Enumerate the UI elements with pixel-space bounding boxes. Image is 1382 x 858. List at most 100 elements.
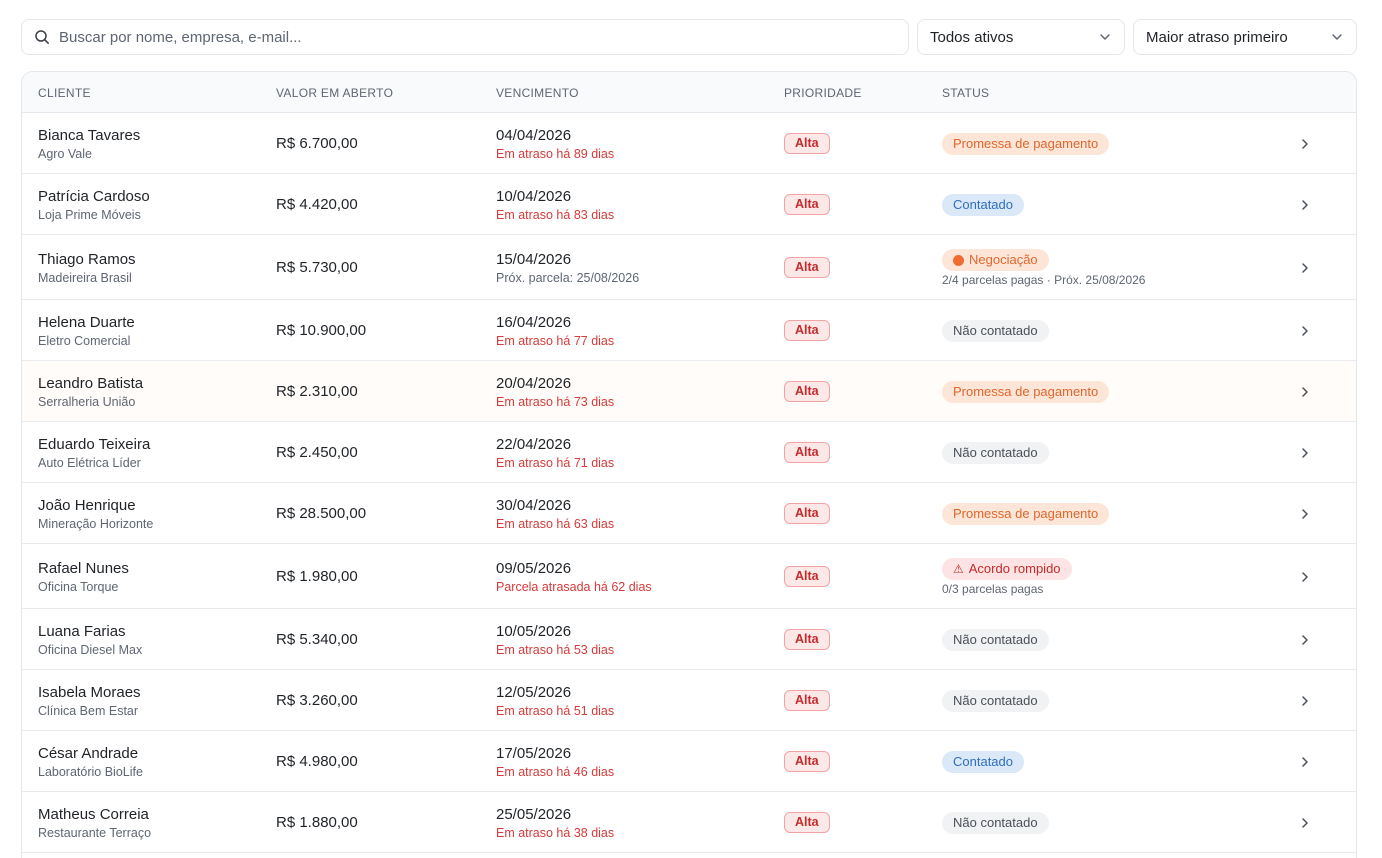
chevron-right-icon[interactable] bbox=[1298, 137, 1312, 151]
open-amount: R$ 5.340,00 bbox=[276, 631, 358, 648]
status-label: Negociação bbox=[969, 252, 1038, 267]
due-date: 20/04/2026 bbox=[496, 375, 572, 392]
client-name: João Henrique bbox=[38, 497, 136, 514]
status-detail: 2/4 parcelas pagas · Próx. 25/08/2026 bbox=[942, 273, 1146, 287]
order-select[interactable]: Maior atraso primeiro bbox=[1133, 19, 1357, 55]
table-row[interactable]: João Henrique Mineração Horizonte R$ 28.50… bbox=[22, 483, 1356, 544]
open-amount: R$ 4.420,00 bbox=[276, 196, 358, 213]
due-date: 25/05/2026 bbox=[496, 806, 572, 823]
status-detail: 0/3 parcelas pagas bbox=[942, 582, 1044, 596]
priority-badge: Alta bbox=[784, 442, 830, 463]
client-name: Thiago Ramos bbox=[38, 251, 136, 268]
open-amount: R$ 5.730,00 bbox=[276, 259, 358, 276]
chevron-right-icon[interactable] bbox=[1298, 570, 1312, 584]
due-note: Em atraso há 51 dias bbox=[496, 704, 615, 718]
client-company: Oficina Diesel Max bbox=[38, 643, 143, 657]
chevron-right-icon[interactable] bbox=[1298, 755, 1312, 769]
due-date: 15/04/2026 bbox=[496, 251, 572, 268]
status-filter-select[interactable]: Todos ativos bbox=[917, 19, 1125, 55]
table-row[interactable]: Bianca Tavares Agro Vale R$ 6.700,00 04/04/… bbox=[22, 113, 1356, 174]
priority-badge: Alta bbox=[784, 503, 830, 524]
client-company: Loja Prime Móveis bbox=[38, 208, 141, 222]
table-row[interactable]: Helena Duarte Eletro Comercial R$ 10.900,0… bbox=[22, 300, 1356, 361]
client-name: Luana Farias bbox=[38, 623, 126, 640]
status-label: Promessa de pagamento bbox=[953, 506, 1099, 521]
toolbar: Todos ativos Maior atraso primeiro bbox=[21, 19, 1357, 55]
client-name: Rafael Nunes bbox=[38, 560, 129, 577]
client-name: Helena Duarte bbox=[38, 314, 135, 331]
status-badge: Contatado bbox=[942, 751, 1024, 773]
table-row[interactable]: Matheus Correia Restaurante Terraço R$ 1.8… bbox=[22, 792, 1356, 853]
due-note: Parcela atrasada há 62 dias bbox=[496, 580, 652, 594]
chevron-right-icon[interactable] bbox=[1298, 385, 1312, 399]
chevron-right-icon[interactable] bbox=[1298, 261, 1312, 275]
table-row[interactable]: Luana Farias Oficina Diesel Max R$ 5.340,0… bbox=[22, 609, 1356, 670]
chevron-right-icon[interactable] bbox=[1298, 324, 1312, 338]
table-row[interactable]: César Andrade Laboratório BioLife R$ 4.980… bbox=[22, 731, 1356, 792]
due-note: Em atraso há 53 dias bbox=[496, 643, 615, 657]
status-filter-value: Todos ativos bbox=[930, 28, 1014, 46]
priority-badge: Alta bbox=[784, 751, 830, 772]
priority-badge: Alta bbox=[784, 812, 830, 833]
due-date: 30/04/2026 bbox=[496, 497, 572, 514]
due-date: 04/04/2026 bbox=[496, 127, 572, 144]
status-label: Não contatado bbox=[953, 693, 1038, 708]
priority-badge: Alta bbox=[784, 194, 830, 215]
status-label: Acordo rompido bbox=[968, 561, 1061, 576]
status-badge: Não contatado bbox=[942, 629, 1049, 651]
chevron-right-icon[interactable] bbox=[1298, 446, 1312, 460]
status-label: Não contatado bbox=[953, 323, 1038, 338]
table-row[interactable]: Leandro Batista Serralheria União R$ 2.310… bbox=[22, 361, 1356, 422]
due-note: Em atraso há 71 dias bbox=[496, 456, 615, 470]
search-box[interactable] bbox=[21, 19, 909, 55]
chevron-right-icon[interactable] bbox=[1298, 694, 1312, 708]
status-label: Contatado bbox=[953, 754, 1013, 769]
table-body: Bianca Tavares Agro Vale R$ 6.700,00 04/04/… bbox=[22, 113, 1356, 853]
client-name: Eduardo Teixeira bbox=[38, 436, 151, 453]
client-company: Agro Vale bbox=[38, 147, 92, 161]
status-badge: Não contatado bbox=[942, 690, 1049, 712]
status-badge: Promessa de pagamento bbox=[942, 503, 1110, 525]
chevron-down-icon bbox=[1100, 34, 1110, 40]
client-company: Auto Elétrica Líder bbox=[38, 456, 141, 470]
due-note: Em atraso há 89 dias bbox=[496, 147, 615, 161]
negotiation-dot-icon bbox=[953, 254, 964, 266]
table-row[interactable]: Isabela Moraes Clínica Bem Estar R$ 3.260,… bbox=[22, 670, 1356, 731]
open-amount: R$ 28.500,00 bbox=[276, 505, 367, 522]
chevron-right-icon[interactable] bbox=[1298, 816, 1312, 830]
open-amount: R$ 1.880,00 bbox=[276, 814, 358, 831]
table-row[interactable]: Eduardo Teixeira Auto Elétrica Líder R$ 2.… bbox=[22, 422, 1356, 483]
priority-badge: Alta bbox=[784, 690, 830, 711]
status-label: Não contatado bbox=[953, 815, 1038, 830]
chevron-right-icon[interactable] bbox=[1298, 198, 1312, 212]
due-note: Em atraso há 77 dias bbox=[496, 334, 615, 348]
status-badge: Não contatado bbox=[942, 442, 1049, 464]
due-note: Em atraso há 73 dias bbox=[496, 395, 615, 409]
status-badge: Promessa de pagamento bbox=[942, 381, 1110, 403]
clients-table: CLIENTE VALOR EM ABERTO VENCIMENTO PRIOR… bbox=[21, 71, 1357, 858]
status-badge: Não contatado bbox=[942, 320, 1049, 342]
open-amount: R$ 2.310,00 bbox=[276, 383, 358, 400]
search-input[interactable] bbox=[59, 28, 896, 46]
client-company: Restaurante Terraço bbox=[38, 826, 152, 840]
chevron-right-icon[interactable] bbox=[1298, 507, 1312, 521]
due-note: Próx. parcela: 25/08/2026 bbox=[496, 271, 640, 285]
due-note: Em atraso há 63 dias bbox=[496, 517, 615, 531]
due-date: 09/05/2026 bbox=[496, 560, 572, 577]
status-label: Não contatado bbox=[953, 632, 1038, 647]
table-row[interactable]: Thiago Ramos Madeireira Brasil R$ 5.730,00… bbox=[22, 235, 1356, 300]
order-value: Maior atraso primeiro bbox=[1146, 28, 1288, 46]
status-badge: Não contatado bbox=[942, 812, 1049, 834]
column-client: CLIENTE bbox=[38, 86, 91, 100]
column-priority: PRIORIDADE bbox=[784, 86, 862, 100]
chevron-right-icon[interactable] bbox=[1298, 633, 1312, 647]
open-amount: R$ 2.450,00 bbox=[276, 444, 358, 461]
client-name: Leandro Batista bbox=[38, 375, 144, 392]
client-company: Mineração Horizonte bbox=[38, 517, 154, 531]
status-badge: Promessa de pagamento bbox=[942, 133, 1110, 155]
open-amount: R$ 10.900,00 bbox=[276, 322, 367, 339]
table-row[interactable]: Rafael Nunes Oficina Torque R$ 1.980,00 09/… bbox=[22, 544, 1356, 609]
warning-icon: ⚠ bbox=[953, 562, 964, 576]
due-note: Em atraso há 83 dias bbox=[496, 208, 615, 222]
table-row[interactable]: Patrícia Cardoso Loja Prime Móveis R$ 4.42… bbox=[22, 174, 1356, 235]
